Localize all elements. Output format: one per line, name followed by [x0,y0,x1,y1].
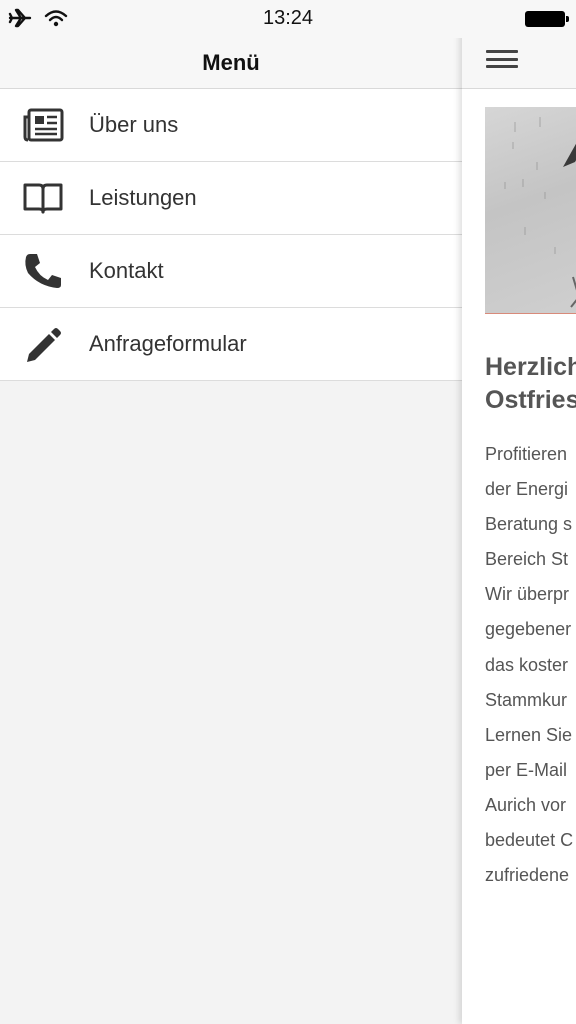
paragraph-line: gegebener [485,619,572,640]
paragraph-line: bedeutet C [485,830,574,851]
menu-item-label: Anfrageformular [89,331,247,356]
status-bar: 13:24 [0,0,576,38]
hamburger-menu-icon[interactable] [486,46,518,72]
book-icon [21,178,65,218]
status-time: 13:24 [262,7,314,29]
menu-item-label: Kontakt [89,258,164,283]
paragraph-line: Stammkur [485,689,568,710]
paragraph-line: Wir überpr [485,584,570,605]
menu-item-kontakt[interactable]: Kontakt [0,235,462,308]
pencil-icon [21,324,65,364]
menu-item-anfrageformular[interactable]: Anfrageformular [0,308,462,381]
paragraph-line: per E-Mail [485,759,568,780]
intro-paragraph: Profitieren der Energi Beratung s Bereic… [485,440,576,896]
phone-icon [21,251,65,291]
menu-title: Menü [202,50,260,75]
menu-item-ueber-uns[interactable]: Über uns [0,89,462,162]
newspaper-icon [21,105,65,145]
paragraph-line: Lernen Sie [485,724,573,745]
paragraph-line: Aurich vor [485,794,567,815]
menu-item-label: Leistungen [89,185,197,210]
battery-icon [525,11,569,27]
paragraph-line: Profitieren [485,444,568,464]
paragraph-line: das koster [485,654,569,675]
content-header [462,38,576,89]
paragraph-line: Beratung s [485,514,573,535]
welcome-heading: Herzlich Ostfries [485,351,576,417]
menu-item-label: Über uns [89,112,179,137]
menu-list: Über uns Leistungen Kontakt Anfrageformu… [0,89,462,381]
heading-line: Ostfries [485,386,576,414]
menu-header: Menü [0,38,462,89]
paragraph-line: der Energi [485,479,569,500]
content-panel[interactable]: Herzlich Ostfries Profitieren der Energi… [462,0,576,1024]
side-menu: Menü Über uns Leistungen Kontakt Anfrage… [0,0,462,1024]
paragraph-line: Bereich St [485,549,569,570]
menu-item-leistungen[interactable]: Leistungen [0,162,462,235]
hero-image [485,107,576,314]
paragraph-line: zufriedene [485,865,570,886]
heading-line: Herzlich [485,353,576,381]
